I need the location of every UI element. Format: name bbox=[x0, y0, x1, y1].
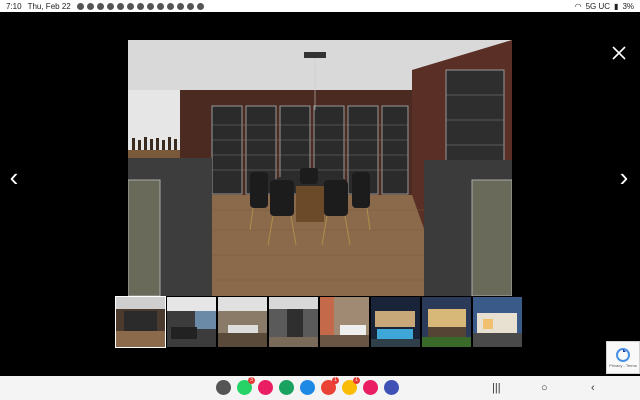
notification-icon bbox=[176, 2, 184, 10]
next-image-button[interactable]: › bbox=[614, 162, 634, 192]
notification-badge: 1 bbox=[353, 377, 360, 384]
notification-icons bbox=[76, 2, 204, 10]
notification-icon bbox=[186, 2, 194, 10]
youtube-notification-icon bbox=[116, 2, 124, 10]
thumbnail-dining-room[interactable] bbox=[218, 297, 267, 347]
thumbnail-hallway[interactable] bbox=[269, 297, 318, 347]
whatsapp-icon[interactable]: 3 bbox=[237, 377, 255, 395]
thumbnail-house-exterior[interactable] bbox=[422, 297, 471, 347]
recaptcha-label: Privacy - Terms bbox=[609, 363, 637, 368]
notification-icon bbox=[166, 2, 174, 10]
recaptcha-icon bbox=[616, 348, 630, 362]
close-icon[interactable] bbox=[610, 44, 628, 62]
notification-icon bbox=[146, 2, 154, 10]
app-drawer-icon[interactable] bbox=[216, 380, 231, 395]
wifi-icon: ◠ bbox=[574, 1, 582, 11]
carrier-label: 5G UC bbox=[585, 1, 611, 11]
thumbnail-wine-room[interactable] bbox=[115, 296, 166, 348]
notification-badge: 1 bbox=[332, 377, 339, 384]
thumbnail-facade-dusk[interactable] bbox=[473, 297, 522, 347]
back-button[interactable]: ‹ bbox=[591, 382, 595, 394]
recents-button[interactable]: ||| bbox=[492, 382, 501, 394]
notification-icon bbox=[196, 2, 204, 10]
messages-icon[interactable] bbox=[279, 380, 294, 395]
flower-app-icon[interactable] bbox=[363, 380, 378, 395]
status-time: 7:10 bbox=[6, 1, 22, 11]
home-button[interactable]: ○ bbox=[541, 382, 548, 394]
app-dock: 3 1 1 bbox=[216, 377, 399, 395]
status-right: ◠ 5G UC ▮ 3% bbox=[575, 2, 634, 11]
chrome-icon[interactable]: 1 bbox=[342, 377, 360, 395]
status-date: Thu, Feb 22 bbox=[27, 1, 71, 11]
recaptcha-badge[interactable]: Privacy - Terms bbox=[606, 341, 640, 374]
thumbnail-pool-night[interactable] bbox=[371, 297, 420, 347]
previous-image-button[interactable]: ‹ bbox=[4, 162, 24, 192]
battery-percent: 3% bbox=[622, 1, 634, 11]
status-bar: 7:10 Thu, Feb 22 ◠ 5G UC ▮ 3% bbox=[0, 0, 640, 12]
pinterest-notification-icon bbox=[126, 2, 134, 10]
signal-icon: ▮ bbox=[614, 1, 619, 11]
notification-icon bbox=[136, 2, 144, 10]
phone-app-icon[interactable] bbox=[258, 380, 273, 395]
thumbnail-kitchen[interactable] bbox=[320, 297, 369, 347]
whatsapp-notification-icon bbox=[76, 2, 84, 10]
chat-notification-icon bbox=[96, 2, 104, 10]
gmail-icon[interactable]: 1 bbox=[321, 377, 339, 395]
image-viewer: ‹ › Privacy - Terms bbox=[0, 12, 640, 376]
chat-icon[interactable] bbox=[300, 380, 315, 395]
main-photo bbox=[128, 40, 512, 296]
thumbnail-strip bbox=[115, 296, 522, 348]
notification-badge: 3 bbox=[248, 377, 255, 384]
navigation-bar: 3 1 1 ||| ○ ‹ bbox=[0, 376, 640, 400]
messenger-notification-icon bbox=[86, 2, 94, 10]
notification-icon bbox=[156, 2, 164, 10]
settings-icon[interactable] bbox=[384, 380, 399, 395]
thumbnail-living-room[interactable] bbox=[167, 297, 216, 347]
mail-notification-icon bbox=[106, 2, 114, 10]
